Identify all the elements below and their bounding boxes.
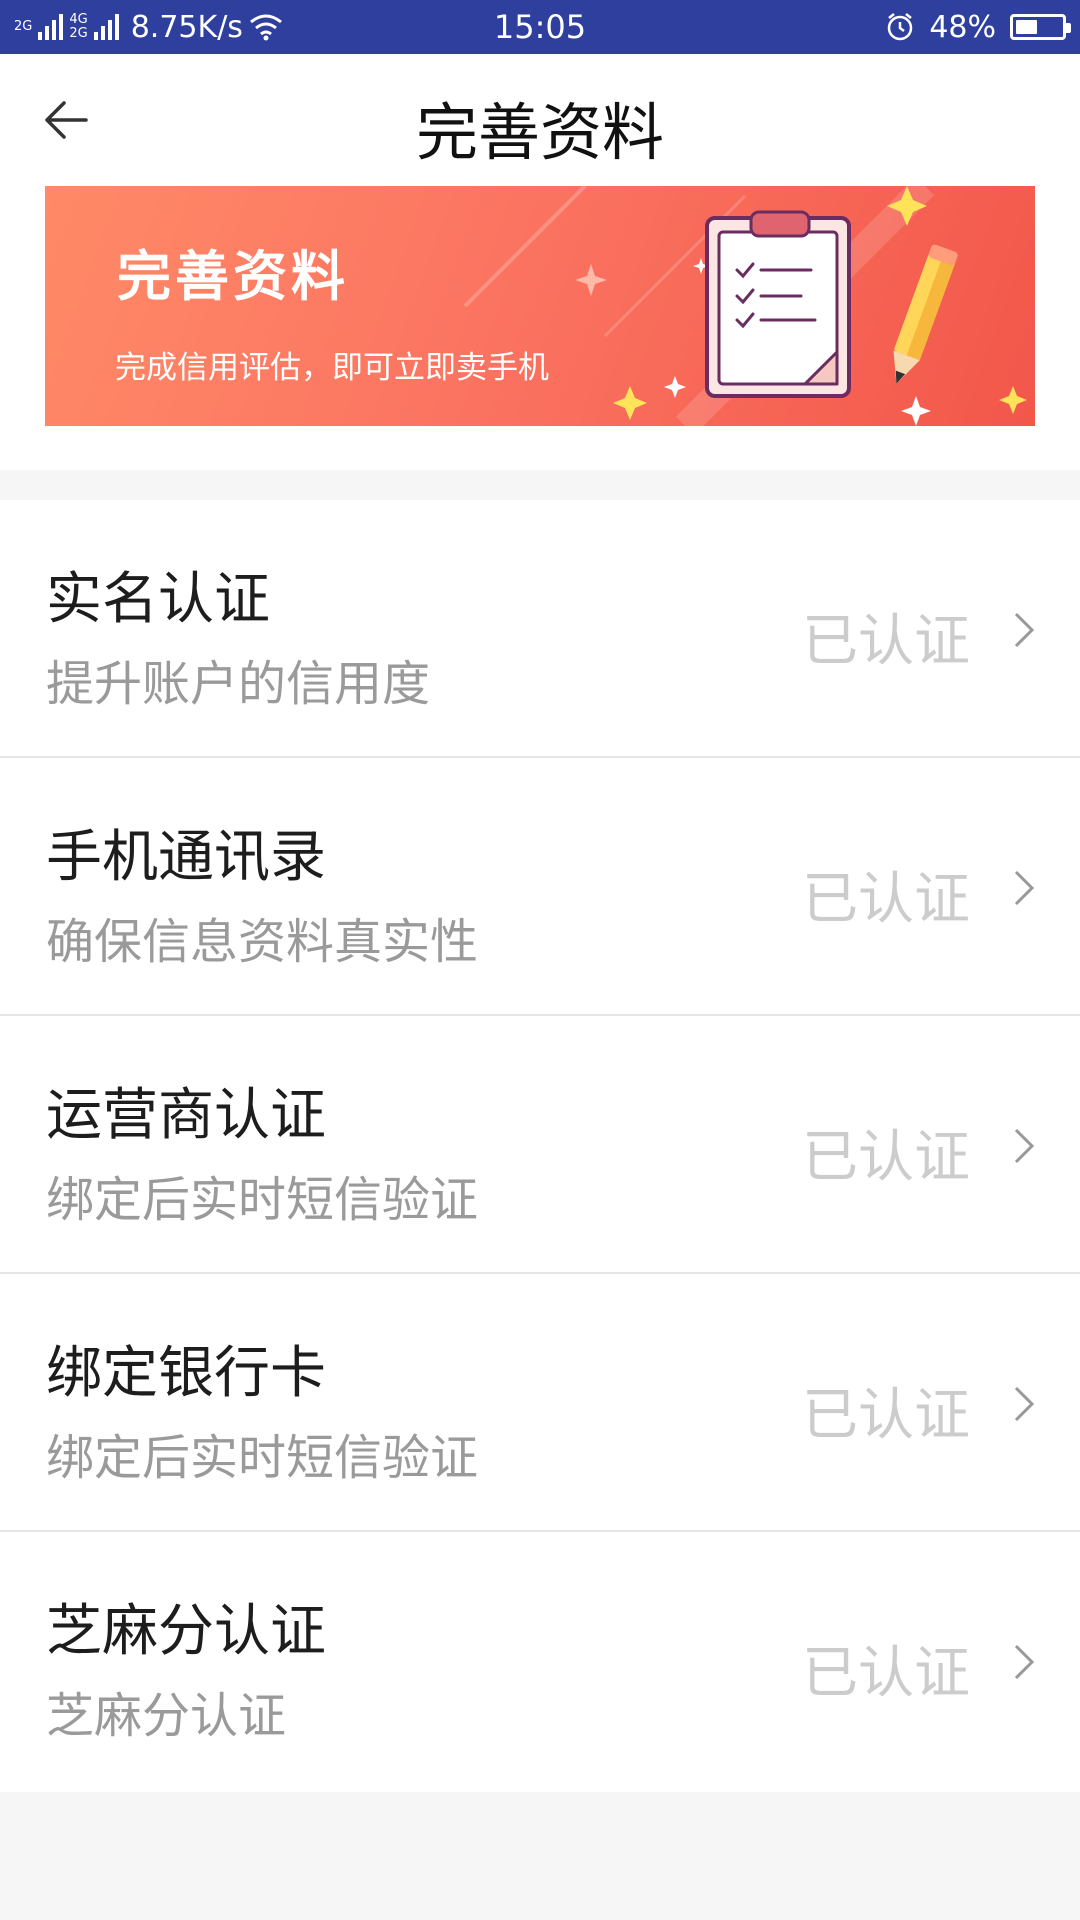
list-item-real-name[interactable]: 实名认证 提升账户的信用度 已认证	[0, 500, 1080, 758]
status-label: 已认证	[802, 1383, 970, 1448]
item-subtitle: 芝麻分认证	[46, 1688, 287, 1744]
chevron-right-icon	[1014, 1644, 1035, 1680]
banner: 完善资料 完成信用评估，即可立即卖手机	[45, 186, 1035, 426]
list-item-sesame-credit[interactable]: 芝麻分认证 芝麻分认证 已认证	[0, 1532, 1080, 1792]
battery-percent: 48%	[929, 9, 996, 45]
header: 完善资料	[0, 54, 1080, 186]
item-title: 实名认证	[46, 567, 270, 632]
status-bar: 2G 4G 2G 8.75K/s 15:05 48%	[0, 0, 1080, 54]
list-item-carrier[interactable]: 运营商认证 绑定后实时短信验证 已认证	[0, 1016, 1080, 1274]
chevron-right-icon	[1014, 612, 1035, 648]
item-title: 绑定银行卡	[46, 1341, 326, 1406]
clipboard-icon	[705, 210, 851, 398]
battery-icon	[1010, 14, 1071, 40]
item-subtitle: 绑定后实时短信验证	[46, 1172, 479, 1228]
alarm-icon	[888, 13, 913, 41]
battery-tip	[1066, 23, 1071, 33]
status-label: 已认证	[802, 1125, 970, 1190]
item-title: 手机通讯录	[46, 825, 326, 890]
status-label: 已认证	[802, 609, 970, 674]
banner-subtitle: 完成信用评估，即可立即卖手机	[115, 350, 549, 386]
chevron-right-icon	[1014, 1386, 1035, 1422]
item-subtitle: 绑定后实时短信验证	[46, 1430, 479, 1486]
list-item-bank-card[interactable]: 绑定银行卡 绑定后实时短信验证 已认证	[0, 1274, 1080, 1532]
pencil-icon	[893, 244, 958, 384]
item-title: 芝麻分认证	[46, 1599, 326, 1664]
item-subtitle: 提升账户的信用度	[46, 656, 431, 712]
status-label: 已认证	[802, 867, 970, 932]
page-title: 完善资料	[415, 96, 664, 169]
item-title: 运营商认证	[46, 1083, 326, 1148]
chevron-right-icon	[1014, 1128, 1035, 1164]
chevron-right-icon	[1014, 870, 1035, 906]
banner-title: 完善资料	[117, 245, 349, 308]
banner-section: 完善资料 完成信用评估，即可立即卖手机	[0, 186, 1080, 470]
verification-list: 实名认证 提升账户的信用度 已认证 手机通讯录 确保信息资料真实性 已认证 运营…	[0, 500, 1080, 1792]
battery-fill	[1016, 20, 1037, 34]
status-label: 已认证	[802, 1641, 970, 1706]
item-subtitle: 确保信息资料真实性	[46, 914, 479, 970]
list-item-contacts[interactable]: 手机通讯录 确保信息资料真实性 已认证	[0, 758, 1080, 1016]
status-right: 48%	[885, 8, 1071, 46]
